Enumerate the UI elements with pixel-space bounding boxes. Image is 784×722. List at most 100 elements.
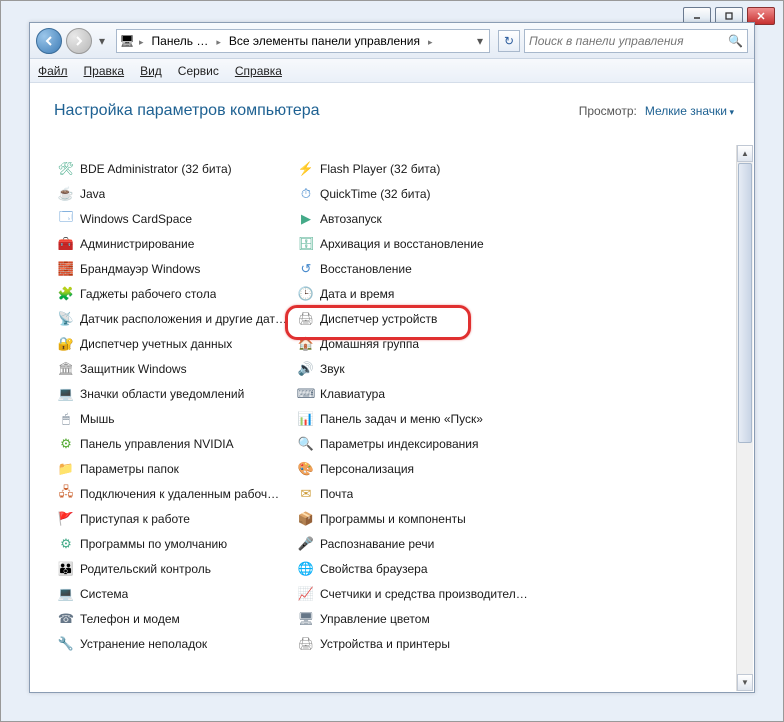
control-panel-item[interactable]: ☎Телефон и модем	[54, 606, 294, 631]
breadcrumb-seg-2[interactable]: Все элементы панели управления	[225, 34, 424, 48]
item-label: Диспетчер учетных данных	[80, 337, 232, 351]
item-label: Мышь	[80, 412, 115, 426]
control-panel-item[interactable]: 🔐 Диспетчер учетных данных	[54, 331, 294, 356]
item-icon: 🧩	[58, 286, 74, 302]
forward-button[interactable]	[66, 28, 92, 54]
address-dropdown-icon[interactable]: ▾	[473, 34, 487, 48]
item-icon: 💻	[58, 586, 74, 602]
control-panel-item[interactable]: 🧱Брандмауэр Windows	[54, 256, 294, 281]
menu-tools[interactable]: Сервис	[178, 64, 219, 78]
view-label: Просмотр:	[579, 104, 637, 118]
item-label: Звук	[320, 362, 345, 376]
control-panel-item[interactable]: 🕒 Дата и время	[294, 281, 534, 306]
breadcrumb-separator-icon[interactable]	[214, 34, 223, 48]
search-input[interactable]	[529, 34, 728, 48]
scroll-up-button[interactable]: ▲	[737, 145, 753, 162]
control-panel-item[interactable]: ⚙Панель управления NVIDIA	[54, 431, 294, 456]
scroll-down-button[interactable]: ▼	[737, 674, 753, 691]
item-label: Свойства браузера	[320, 562, 428, 576]
item-label: Java	[80, 187, 105, 201]
scroll-thumb[interactable]	[738, 163, 752, 443]
refresh-button[interactable]: ↻	[498, 30, 520, 52]
menu-help[interactable]: Справка	[235, 64, 282, 78]
control-panel-item[interactable]: 🛠BDE Administrator (32 бита)	[54, 156, 294, 181]
control-panel-item[interactable]: 🎤Распознавание речи	[294, 531, 534, 556]
menu-edit[interactable]: Правка	[84, 64, 125, 78]
item-label: Администрирование	[80, 237, 194, 251]
breadcrumb-separator-icon[interactable]	[137, 34, 146, 48]
item-icon: 🔐	[58, 336, 74, 352]
item-label: Архивация и восстановление	[320, 237, 484, 251]
menubar: Файл Правка Вид Сервис Справка	[30, 59, 754, 83]
item-label: Программы и компоненты	[320, 512, 466, 526]
control-panel-item[interactable]: ↺Восстановление	[294, 256, 534, 281]
item-icon: 🗔	[58, 211, 74, 227]
item-label: Клавиатура	[320, 387, 385, 401]
search-box[interactable]: 🔍	[524, 29, 748, 53]
item-icon: ⌨	[298, 386, 314, 402]
control-panel-item[interactable]: 📁Параметры папок	[54, 456, 294, 481]
item-label: Брандмауэр Windows	[80, 262, 200, 276]
control-panel-item[interactable]: ✉Почта	[294, 481, 534, 506]
item-icon: 🔊	[298, 361, 314, 377]
control-panel-item[interactable]: 💻Значки области уведомлений	[54, 381, 294, 406]
control-panel-item[interactable]: 📡Датчик расположения и другие дат…	[54, 306, 294, 331]
control-panel-item[interactable]: 🗔 Windows CardSpace	[54, 206, 294, 231]
item-label: Дата и время	[320, 287, 394, 301]
control-panel-item[interactable]: 📈Счетчики и средства производител…	[294, 581, 534, 606]
items-scroll-area: 🛠BDE Administrator (32 бита)⚡Flash Playe…	[30, 148, 734, 692]
control-panel-item[interactable]: 🚩Приступая к работе	[54, 506, 294, 531]
breadcrumb-separator-icon[interactable]	[426, 34, 435, 48]
item-label: Управление цветом	[320, 612, 430, 626]
nav-history-dropdown[interactable]: ▾	[96, 28, 108, 54]
control-panel-item[interactable]: 📦Программы и компоненты	[294, 506, 534, 531]
control-panel-item[interactable]: 🏛Защитник Windows	[54, 356, 294, 381]
item-icon: 🎨	[298, 461, 314, 477]
control-panel-item[interactable]: 🔧Устранение неполадок	[54, 631, 294, 656]
control-panel-item[interactable]: 🖧Подключения к удаленным рабоч…	[54, 481, 294, 506]
item-label: Панель задач и меню «Пуск»	[320, 412, 483, 426]
control-panel-item[interactable]: 🌐Свойства браузера	[294, 556, 534, 581]
breadcrumb-seg-1[interactable]: Панель …	[148, 34, 213, 48]
back-button[interactable]	[36, 28, 62, 54]
item-label: Устройства и принтеры	[320, 637, 450, 651]
control-panel-item[interactable]: 📊Панель задач и меню «Пуск»	[294, 406, 534, 431]
menu-view[interactable]: Вид	[140, 64, 162, 78]
control-panel-item[interactable]: ⚡Flash Player (32 бита)	[294, 156, 534, 181]
item-label: Персонализация	[320, 462, 414, 476]
item-icon: 🔧	[58, 636, 74, 652]
control-panel-item[interactable]: 🖥Управление цветом	[294, 606, 534, 631]
control-panel-item[interactable]: 🎨 Персонализация	[294, 456, 534, 481]
control-panel-item[interactable]: 👪Родительский контроль	[54, 556, 294, 581]
control-panel-item[interactable]: 🧩Гаджеты рабочего стола	[54, 281, 294, 306]
control-panel-item[interactable]: 🗄Архивация и восстановление	[294, 231, 534, 256]
control-panel-item[interactable]: ⏱QuickTime (32 бита)	[294, 181, 534, 206]
navbar: ▾ 🖥 Панель … Все элементы панели управле…	[30, 23, 754, 59]
control-panel-item[interactable]: ⌨ Клавиатура	[294, 381, 534, 406]
window: ▾ 🖥 Панель … Все элементы панели управле…	[0, 0, 784, 722]
control-panel-item[interactable]: 🏠Домашняя группа	[294, 331, 534, 356]
view-dropdown[interactable]: Мелкие значки	[645, 104, 734, 118]
menu-file[interactable]: Файл	[38, 64, 68, 78]
page-title: Настройка параметров компьютера	[54, 102, 320, 120]
control-panel-item[interactable]: 💻 Система	[54, 581, 294, 606]
item-icon: ☕	[58, 186, 74, 202]
item-icon: 📈	[298, 586, 314, 602]
control-panel-item[interactable]: 🧰Администрирование	[54, 231, 294, 256]
control-panel-item[interactable]: ▶Автозапуск	[294, 206, 534, 231]
control-panel-item[interactable]: 🖨Диспетчер устройств	[294, 306, 534, 331]
scrollbar[interactable]: ▲ ▼	[736, 145, 753, 691]
address-bar[interactable]: 🖥 Панель … Все элементы панели управлени…	[116, 29, 490, 53]
control-panel-item[interactable]: 🔍Параметры индексирования	[294, 431, 534, 456]
item-label: Система	[80, 587, 128, 601]
control-panel-item[interactable]: ⚙Программы по умолчанию	[54, 531, 294, 556]
control-panel-item[interactable]: 🖱Мышь	[54, 406, 294, 431]
window-frame: ▾ 🖥 Панель … Все элементы панели управле…	[29, 22, 755, 693]
item-icon: 🕒	[298, 286, 314, 302]
control-panel-item[interactable]: 🖨Устройства и принтеры	[294, 631, 534, 656]
control-panel-item[interactable]: 🔊 Звук	[294, 356, 534, 381]
item-label: Windows CardSpace	[80, 212, 192, 226]
control-panel-item[interactable]: ☕ Java	[54, 181, 294, 206]
item-label: Значки области уведомлений	[80, 387, 244, 401]
item-label: Приступая к работе	[80, 512, 190, 526]
